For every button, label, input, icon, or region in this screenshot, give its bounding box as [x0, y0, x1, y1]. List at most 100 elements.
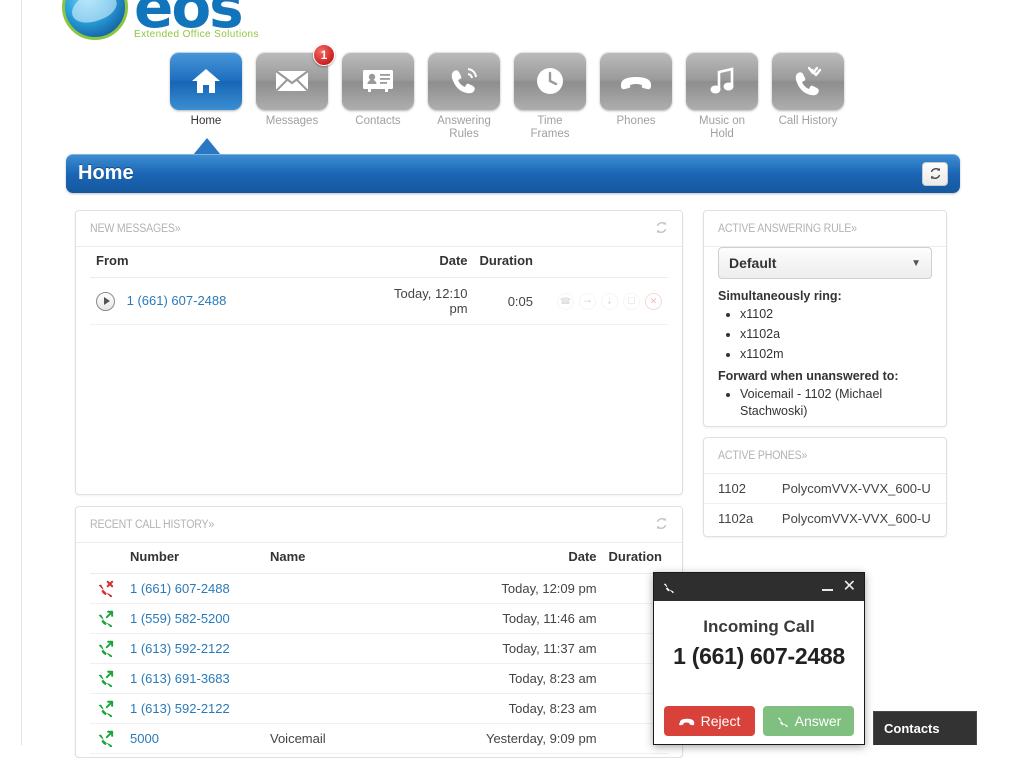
list-item: Voicemail - 1102 (Michael Stachwoski) [740, 386, 932, 420]
clock-icon [535, 66, 565, 96]
table-row[interactable]: 1 (613) 691-3683 Today, 8:23 am [90, 664, 668, 694]
call-name [264, 694, 424, 724]
call-history-title: RECENT CALL HISTORY» [90, 519, 213, 531]
call-icon[interactable]: ☎ [557, 293, 574, 310]
call-date: Today, 11:46 am [424, 604, 603, 634]
table-row[interactable]: 1102a PolycomVVX-VVX_600-U... [704, 504, 946, 533]
table-row[interactable]: 1 (661) 607-2488 Today, 12:10 pm 0:05 ☎ … [90, 278, 668, 325]
answering-rule-title: ACTIVE ANSWERING RULE» [718, 223, 856, 235]
incoming-call-icon [96, 670, 114, 687]
call-number[interactable]: 1 (613) 691-3683 [130, 671, 230, 686]
table-row[interactable]: 1 (661) 607-2488 Today, 12:09 pm [90, 574, 668, 604]
call-type-cell [90, 574, 124, 604]
forward-icon[interactable]: ➞ [579, 293, 596, 310]
incoming-call-body: Incoming Call 1 (661) 607-2488 [654, 601, 864, 670]
nav-label-time-frames: Time Frames [514, 115, 586, 141]
answer-call-button[interactable]: Answer [763, 706, 854, 736]
close-icon[interactable]: ✕ [843, 579, 856, 595]
message-from-number[interactable]: 1 (661) 607-2488 [127, 292, 227, 307]
call-type-cell [90, 664, 124, 694]
play-icon[interactable] [96, 292, 115, 311]
handset-icon [619, 70, 653, 92]
call-type-cell [90, 634, 124, 664]
nav-item-phones[interactable]: Phones [600, 52, 672, 141]
call-date: Today, 11:37 am [424, 634, 603, 664]
column-name: Name [264, 543, 424, 574]
missed-call-icon [96, 580, 114, 597]
table-row[interactable]: 1 (613) 592-2122 Today, 8:23 am [90, 694, 668, 724]
nav-item-contacts[interactable]: Contacts [342, 52, 414, 141]
nav-item-time-frames[interactable]: Time Frames [514, 52, 586, 141]
call-number[interactable]: 5000 [130, 731, 159, 746]
call-number-cell: 1 (613) 691-3683 [124, 664, 264, 694]
nav-item-messages[interactable]: 1 Messages [256, 52, 328, 141]
call-number[interactable]: 1 (613) 592-2122 [130, 641, 230, 656]
home-icon [191, 67, 221, 95]
answering-rule-select[interactable]: Default ▼ [718, 247, 932, 279]
call-name [264, 604, 424, 634]
call-number[interactable]: 1 (613) 592-2122 [130, 701, 230, 716]
minimize-icon[interactable] [822, 589, 833, 591]
nav-label-call-history: Call History [772, 115, 844, 128]
table-row[interactable]: 1 (559) 582-5200 Today, 11:46 am [90, 604, 668, 634]
new-messages-refresh-button[interactable] [655, 221, 668, 237]
nav-item-answering-rules[interactable]: Answering Rules [428, 52, 500, 141]
call-type-cell [90, 694, 124, 724]
call-number[interactable]: 1 (559) 582-5200 [130, 611, 230, 626]
call-name [264, 574, 424, 604]
call-number-cell: 1 (613) 592-2122 [124, 634, 264, 664]
refresh-icon [655, 517, 668, 530]
call-name [264, 664, 424, 694]
nav-tile-contacts [342, 52, 414, 110]
table-row[interactable]: 1101 Everett R Yesterday, 8:25 [90, 754, 668, 758]
nav-tile-phones [600, 52, 672, 110]
envelope-icon [275, 69, 309, 93]
page-titlebar: Home [66, 154, 960, 193]
nav-item-home[interactable]: Home [170, 52, 242, 141]
contacts-dock[interactable]: Contacts [873, 711, 977, 745]
column-from: From [90, 247, 367, 278]
save-icon[interactable]: ☐ [623, 293, 640, 310]
brand-logo[interactable]: eos Extended Office Solutions [62, 0, 259, 40]
call-date: Today, 8:23 am [424, 664, 603, 694]
answering-rule-header: ACTIVE ANSWERING RULE» [704, 211, 946, 247]
new-messages-title: NEW MESSAGES» [90, 223, 180, 235]
download-icon[interactable]: ⇣ [601, 293, 618, 310]
brand-tagline: Extended Office Solutions [134, 30, 259, 40]
table-row[interactable]: 1 (613) 592-2122 Today, 11:37 am [90, 634, 668, 664]
nav-item-call-history[interactable]: Call History [772, 52, 844, 141]
list-item: x1102 [740, 306, 932, 323]
list-item: x1102a [740, 326, 932, 343]
page-refresh-button[interactable] [922, 162, 948, 186]
call-date: Yesterday, 9:09 pm [424, 724, 603, 754]
incoming-call-title: Incoming Call [664, 617, 854, 637]
column-duration: Duration [603, 543, 668, 574]
call-name: Voicemail [264, 724, 424, 754]
column-call-type [90, 543, 124, 574]
answering-rule-selected-value: Default [729, 255, 776, 271]
new-messages-header-row: From Date Duration [90, 247, 668, 278]
refresh-icon [929, 167, 942, 180]
forward-unanswered-label: Forward when unanswered to: [718, 369, 932, 383]
app-page: eos Extended Office Solutions Home 1 Mes… [0, 0, 1024, 745]
incoming-call-window: ✕ Incoming Call 1 (661) 607-2488 Reject … [653, 572, 865, 745]
delete-icon[interactable]: ✕ [645, 293, 662, 310]
answer-label: Answer [795, 713, 842, 729]
table-row[interactable]: 5000 Voicemail Yesterday, 9:09 pm [90, 724, 668, 754]
reject-call-button[interactable]: Reject [664, 706, 755, 736]
simultaneous-ring-label: Simultaneously ring: [718, 289, 932, 303]
new-messages-table: From Date Duration 1 (661) 607-2488 Toda… [90, 247, 668, 325]
chevron-down-icon: ▼ [911, 258, 921, 269]
call-number[interactable]: 1 (661) 607-2488 [130, 581, 230, 596]
table-row[interactable]: 1102 PolycomVVX-VVX_600-U... [704, 474, 946, 504]
call-history-header: RECENT CALL HISTORY» [76, 507, 682, 543]
call-duration [603, 754, 668, 758]
nav-item-music-on-hold[interactable]: Music on Hold [686, 52, 758, 141]
call-number-cell: 1 (613) 592-2122 [124, 694, 264, 724]
call-history-refresh-button[interactable] [655, 517, 668, 533]
new-messages-panel: NEW MESSAGES» From Date Duration [75, 210, 683, 495]
new-messages-header: NEW MESSAGES» [76, 211, 682, 247]
page-left-gutter [0, 0, 22, 745]
message-from-cell: 1 (661) 607-2488 [90, 278, 367, 325]
incoming-call-actions: Reject Answer [664, 706, 854, 736]
